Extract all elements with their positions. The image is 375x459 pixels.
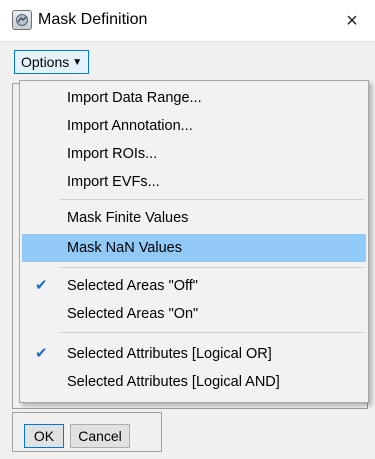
options-dropdown-menu: Import Data Range... Import Annotation..… xyxy=(19,80,369,403)
cancel-button[interactable]: Cancel xyxy=(70,424,130,448)
options-menu-button[interactable]: Options ▼ xyxy=(14,50,90,74)
checkmark-icon: ✔ xyxy=(35,345,48,362)
checkmark-icon: ✔ xyxy=(35,277,48,294)
options-label: Options xyxy=(21,54,70,70)
menu-item-label: Selected Attributes [Logical AND] xyxy=(67,374,280,390)
menu-item-import-evfs[interactable]: Import EVFs... xyxy=(22,168,366,196)
menu-separator xyxy=(60,332,364,333)
menu-item-label: Selected Areas "On" xyxy=(67,306,199,322)
close-button[interactable]: × xyxy=(329,0,375,42)
menu-separator xyxy=(60,199,364,200)
menu-item-label: Selected Areas "Off" xyxy=(67,278,198,294)
menu-item-label: Mask NaN Values xyxy=(67,240,182,256)
menu-item-import-data-range[interactable]: Import Data Range... xyxy=(22,84,366,112)
menu-item-mask-nan-values[interactable]: Mask NaN Values xyxy=(22,234,366,262)
window-title: Mask Definition xyxy=(38,11,148,28)
chevron-down-icon: ▼ xyxy=(72,56,83,68)
ok-button[interactable]: OK xyxy=(24,424,64,448)
title-bar[interactable]: Mask Definition × xyxy=(0,0,375,42)
menu-item-mask-finite-values[interactable]: Mask Finite Values xyxy=(22,204,366,232)
menu-item-label: Import Annotation... xyxy=(67,118,193,134)
menu-item-import-rois[interactable]: Import ROIs... xyxy=(22,140,366,168)
menu-item-label: Mask Finite Values xyxy=(67,210,189,226)
menu-item-label: Import Data Range... xyxy=(67,90,202,106)
menu-item-selected-attributes-and[interactable]: Selected Attributes [Logical AND] xyxy=(22,368,366,396)
menu-item-import-annotation[interactable]: Import Annotation... xyxy=(22,112,366,140)
menu-item-label: Import ROIs... xyxy=(67,146,158,162)
menu-item-selected-attributes-or[interactable]: ✔ Selected Attributes [Logical OR] xyxy=(22,340,366,368)
menu-item-label: Selected Attributes [Logical OR] xyxy=(67,346,272,362)
menu-separator xyxy=(60,267,364,268)
menu-item-label: Import EVFs... xyxy=(67,174,160,190)
close-icon: × xyxy=(346,9,358,32)
menu-item-selected-areas-on[interactable]: Selected Areas "On" xyxy=(22,300,366,328)
mask-definition-window: Mask Definition × Options ▼ Import Data … xyxy=(0,0,375,459)
menu-item-selected-areas-off[interactable]: ✔ Selected Areas "Off" xyxy=(22,272,366,300)
app-window-icon xyxy=(12,10,32,30)
